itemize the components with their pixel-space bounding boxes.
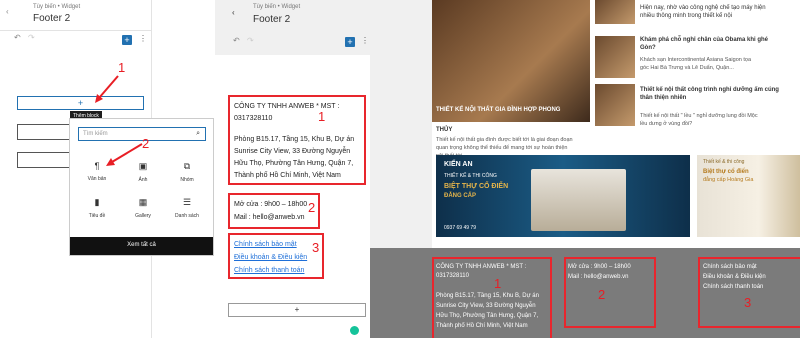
marker-3: 3	[312, 240, 320, 255]
ad-banner-kien-an[interactable]: KIẾN AN THIẾT KẾ & THI CÔNG BIỆT THỰ CỔ …	[436, 155, 690, 237]
banner-phone: 0937 69 49 79	[444, 225, 476, 231]
address-line: Thành phố Hồ Chí Minh, Việt Nam	[234, 172, 341, 179]
footer-line: 0317328110	[436, 273, 469, 279]
banner-tag: ĐẲNG CẤP	[444, 193, 477, 199]
panel-title: Footer 2	[253, 14, 291, 25]
featured-article-image[interactable]: THIẾT KẾ NỘI THẤT GIA ĐÌNH HỢP PHONG	[432, 0, 590, 122]
marker-1: 1	[318, 109, 326, 124]
undo-icon[interactable]: ↶	[233, 36, 240, 45]
banner-brand: KIẾN AN	[444, 161, 473, 168]
villa-illustration	[531, 169, 626, 231]
article-title[interactable]: Gòn?	[640, 44, 656, 52]
marker-1: 1	[494, 276, 502, 291]
address-line: Sunrise City View, 33 Đường Nguyễn	[234, 148, 351, 155]
footer-line: Hữu Thọ, Phường Tân Hưng, Quận 7,	[436, 313, 539, 319]
list-block-policies[interactable]: Chính sách bảo mật Điều khoản & Điều kiệ…	[228, 233, 324, 279]
policy-link[interactable]: Chính sách bảo mật	[234, 239, 297, 250]
footer-line: Mail : hello@anweb.vn	[568, 274, 629, 280]
opening-hours: Mở cửa : 9h00 – 18h00	[234, 201, 308, 208]
article-title[interactable]: thân thiện nhiên	[640, 94, 686, 102]
footer-link[interactable]: Chính sách bảo mật	[703, 263, 757, 272]
footer-line: Phòng B15.17, Tầng 15, Khu B, Dự án	[436, 293, 539, 299]
footer-line: Thành phố Hồ Chí Minh, Việt Nam	[436, 323, 528, 329]
marker-3: 3	[744, 295, 752, 310]
breadcrumb: Tùy biến • Widget	[253, 4, 301, 10]
block-appender-button[interactable]: +	[228, 303, 366, 317]
grammarly-icon[interactable]	[350, 326, 359, 335]
article-title[interactable]: Hiện nay, nhờ vào công nghệ chế tạo máy …	[640, 4, 766, 12]
banner-tag: đẳng cấp Hoàng Gia	[703, 177, 754, 183]
footer-line: CÔNG TY TNHH ANWEB * MST :	[436, 264, 527, 270]
banner-sub: THIẾT KẾ & THI CÔNG	[444, 173, 497, 179]
ad-banner-royal[interactable]: Thiết kế & thi công Biệt thự cổ điển đẳn…	[697, 155, 800, 237]
preview-margin	[370, 0, 432, 248]
banner-sub: Thiết kế & thi công	[703, 159, 745, 165]
footer-link[interactable]: Chính sách thanh toán	[703, 283, 763, 292]
footer-link[interactable]: Điều khoản & Điều kiện	[703, 273, 766, 282]
policy-link[interactable]: Chính sách thanh toán	[234, 265, 304, 276]
article-desc: Khách sạn Intercontinental Asiana Saigon…	[640, 57, 751, 63]
add-block-toolbar-button[interactable]: +	[345, 37, 355, 47]
article-thumbnail[interactable]	[595, 0, 635, 24]
article-desc: lều dưng ở vùng đồi?	[640, 121, 693, 127]
redo-icon[interactable]: ↷	[247, 36, 254, 45]
article-title[interactable]: Khám phá chỗ nghỉ chân của Obama khi ghé	[640, 36, 768, 44]
banner-headline: BIỆT THỰ CỔ ĐIỂN	[444, 183, 509, 190]
footer-line: Sunrise City View, 33 Đường Nguyễn	[436, 303, 536, 309]
address-line: Hữu Thọ, Phường Tân Hưng, Quận 7,	[234, 160, 354, 167]
more-options-icon[interactable]: ⋮	[361, 36, 369, 45]
paragraph-block-hours[interactable]: Mở cửa : 9h00 – 18h00 Mail : hello@anweb…	[228, 193, 320, 229]
banner-headline: Biệt thự cổ điển	[703, 169, 749, 175]
marker-2: 2	[308, 200, 316, 215]
featured-article-desc: Thiết kế nội thất gia đình được biết tới…	[436, 137, 573, 143]
policy-link[interactable]: Điều khoản & Điều kiện	[234, 252, 307, 263]
article-desc: Thiết kế nội thất " lều " nghỉ dưỡng lun…	[640, 113, 758, 119]
tax-code: 0317328110	[234, 115, 273, 122]
marker-2: 2	[598, 287, 606, 302]
contact-mail: Mail : hello@anweb.vn	[234, 214, 305, 221]
address-line: Phòng B15.17, Tầng 15, Khu B, Dự án	[234, 136, 355, 143]
article-title[interactable]: Thiết kế nội thất công trình nghỉ dưỡng …	[640, 86, 779, 94]
footer-line: Mở cửa : 9h00 – 18h00	[568, 264, 631, 270]
article-thumbnail[interactable]	[595, 84, 635, 126]
paragraph-block-company[interactable]: CÔNG TY TNHH ANWEB * MST : 0317328110 Ph…	[228, 95, 366, 185]
back-chevron-icon[interactable]: ‹	[232, 8, 235, 17]
featured-article-title[interactable]: THIẾT KẾ NỘI THẤT GIA ĐÌNH HỢP PHONG	[436, 106, 560, 114]
featured-article-desc: quan trọng không thể thiếu để mang tới s…	[436, 145, 568, 151]
article-desc: góc Hai Bà Trưng và Lê Duẩn, Quận...	[640, 65, 734, 71]
panel-2-header: ‹ Tùy biến • Widget Footer 2 ↶ ↷ + ⋮	[215, 0, 370, 55]
article-title[interactable]: nhiều thông minh trong thiết kế nội	[640, 12, 732, 20]
article-thumbnail[interactable]	[595, 36, 635, 78]
featured-article-title-cont: THỦY	[436, 127, 453, 133]
